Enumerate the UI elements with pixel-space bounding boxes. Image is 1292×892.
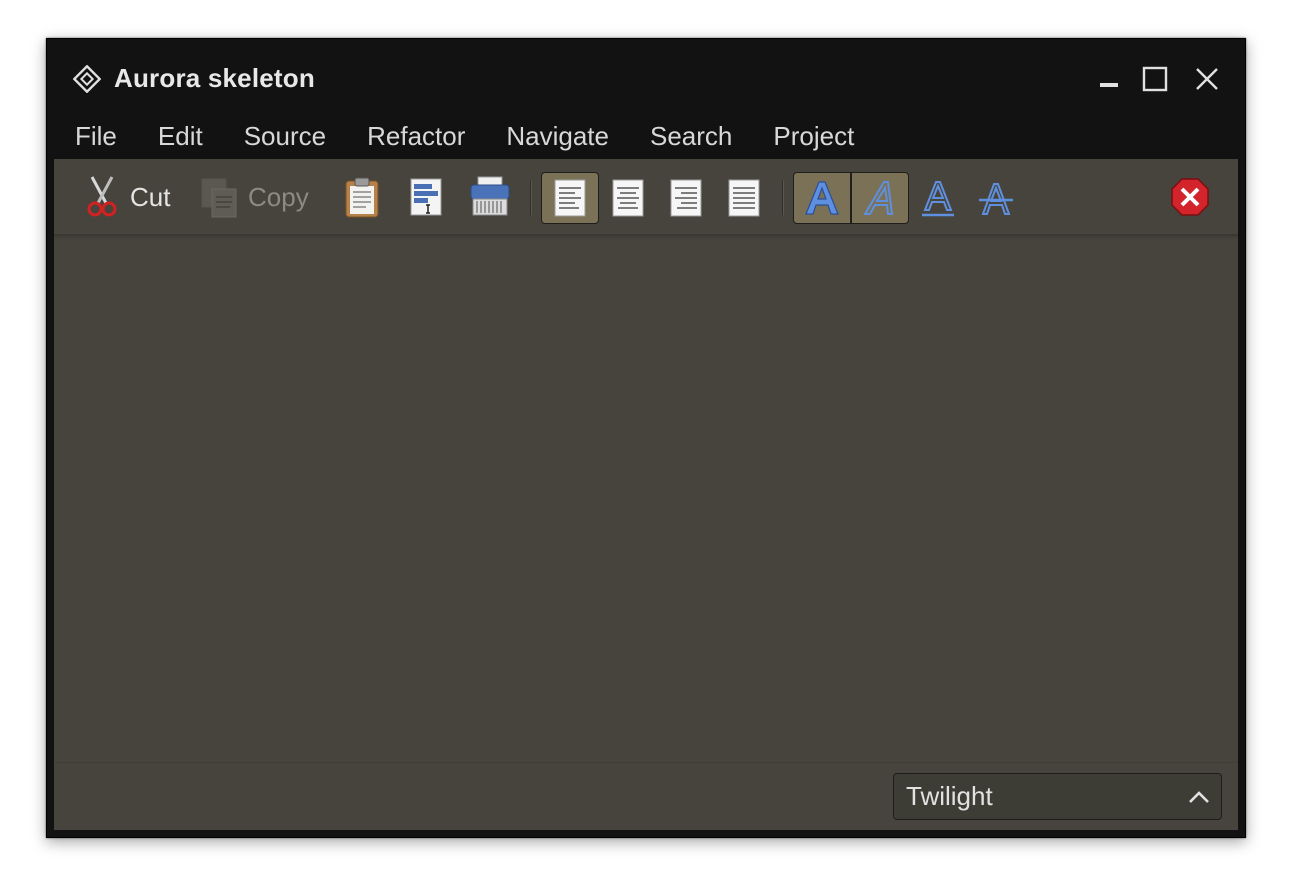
copy-icon [201, 178, 237, 218]
shredder-icon[interactable] [468, 175, 512, 219]
align-justify-icon [728, 179, 760, 217]
menu-navigate[interactable]: Navigate [506, 113, 609, 159]
copy-label: Copy [248, 181, 309, 212]
chevron-up-icon [1189, 790, 1209, 803]
cut-button[interactable]: Cut [82, 175, 170, 219]
menu-edit[interactable]: Edit [158, 113, 203, 159]
status-bar: Twilight [54, 762, 1238, 830]
toolbar-separator [530, 181, 532, 215]
editor-content[interactable] [54, 235, 1238, 762]
app-window: Aurora skeleton File Edit Source Refacto… [46, 38, 1246, 838]
align-justify-button[interactable] [715, 172, 773, 224]
menu-source[interactable]: Source [244, 113, 326, 159]
italic-icon [863, 181, 894, 215]
toolbar-separator [782, 181, 784, 215]
align-center-icon [612, 179, 644, 217]
main-body: Cut Copy Twilight [54, 159, 1238, 830]
app-diamond-icon [73, 65, 101, 93]
strikethrough-icon [979, 183, 1013, 215]
theme-select[interactable]: Twilight [893, 773, 1222, 820]
paste-icon[interactable] [342, 175, 382, 219]
align-center-button[interactable] [599, 172, 657, 224]
title-bar[interactable]: Aurora skeleton [47, 39, 1245, 113]
select-all-icon[interactable] [406, 175, 446, 219]
italic-button[interactable] [851, 172, 909, 224]
align-left-button[interactable] [541, 172, 599, 224]
window-title: Aurora skeleton [114, 63, 315, 93]
menu-search[interactable]: Search [650, 113, 732, 159]
stop-icon[interactable] [1170, 177, 1210, 217]
menu-file[interactable]: File [75, 113, 117, 159]
close-icon[interactable] [1191, 63, 1223, 95]
scissors-icon [87, 176, 117, 217]
cut-label: Cut [130, 181, 171, 212]
menu-bar: File Edit Source Refactor Navigate Searc… [47, 113, 1245, 159]
copy-button[interactable]: Copy [200, 175, 309, 219]
minimize-icon[interactable] [1093, 63, 1125, 95]
toolbar: Cut Copy [54, 159, 1238, 235]
strikethrough-button[interactable] [967, 172, 1025, 224]
underline-icon [922, 181, 954, 217]
bold-button[interactable] [793, 172, 851, 224]
align-right-icon [670, 179, 702, 217]
align-right-button[interactable] [657, 172, 715, 224]
menu-refactor[interactable]: Refactor [367, 113, 465, 159]
underline-button[interactable] [909, 172, 967, 224]
maximize-icon[interactable] [1139, 63, 1171, 95]
theme-value: Twilight [906, 781, 993, 811]
menu-project[interactable]: Project [773, 113, 854, 159]
bold-icon [805, 181, 839, 215]
align-left-icon [554, 179, 586, 217]
